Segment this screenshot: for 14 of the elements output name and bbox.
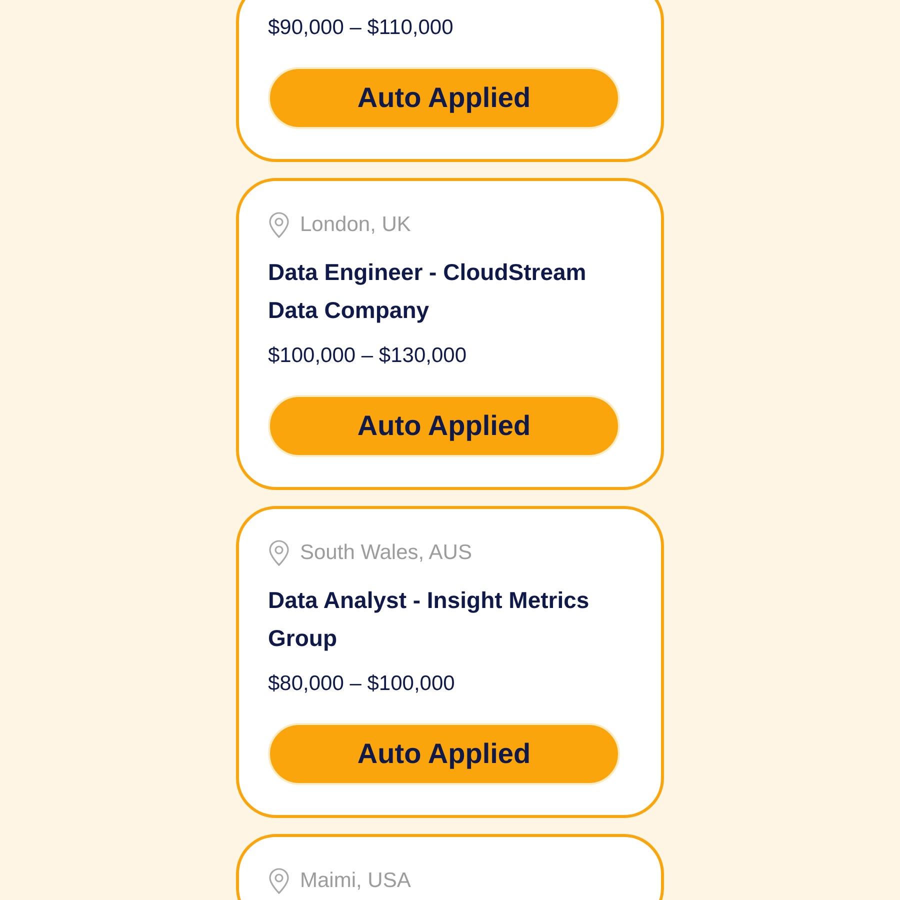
salary-range: $100,000 – $130,000 — [268, 343, 468, 369]
auto-applied-button[interactable]: Auto Applied — [268, 67, 620, 129]
salary-range: $90,000 – $110,000 — [268, 15, 454, 41]
auto-applied-button[interactable]: Auto Applied — [268, 723, 620, 785]
job-location: London, UK — [300, 213, 411, 237]
location-pin-icon — [268, 539, 290, 567]
location-pin-icon — [268, 211, 290, 239]
job-location: South Wales, AUS — [300, 541, 472, 565]
job-title: Data Analyst - Insight Metrics Group — [268, 586, 590, 653]
location-pin-icon — [268, 867, 290, 895]
job-location: Maimi, USA — [300, 869, 411, 893]
job-title: Data Engineer - CloudStream Data Company — [268, 258, 588, 325]
salary-range: $80,000 – $100,000 — [268, 671, 456, 697]
auto-applied-button[interactable]: Auto Applied — [268, 395, 620, 457]
